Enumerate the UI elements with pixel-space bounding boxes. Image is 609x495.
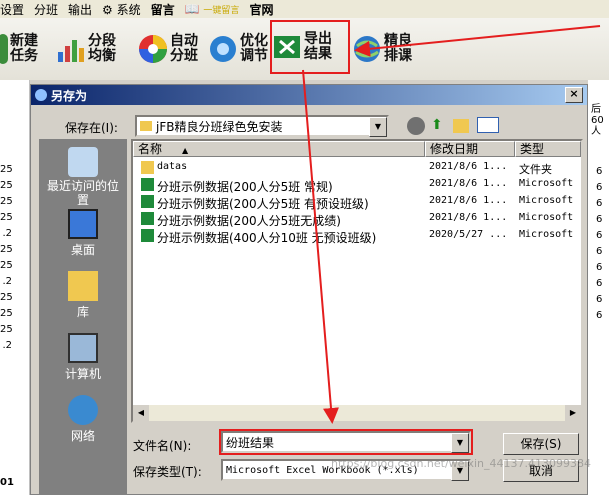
annotation-arrow-to-export: [354, 25, 601, 57]
annotation-arrows: [302, 25, 601, 424]
annotation-arrow-to-filename: [302, 69, 339, 424]
